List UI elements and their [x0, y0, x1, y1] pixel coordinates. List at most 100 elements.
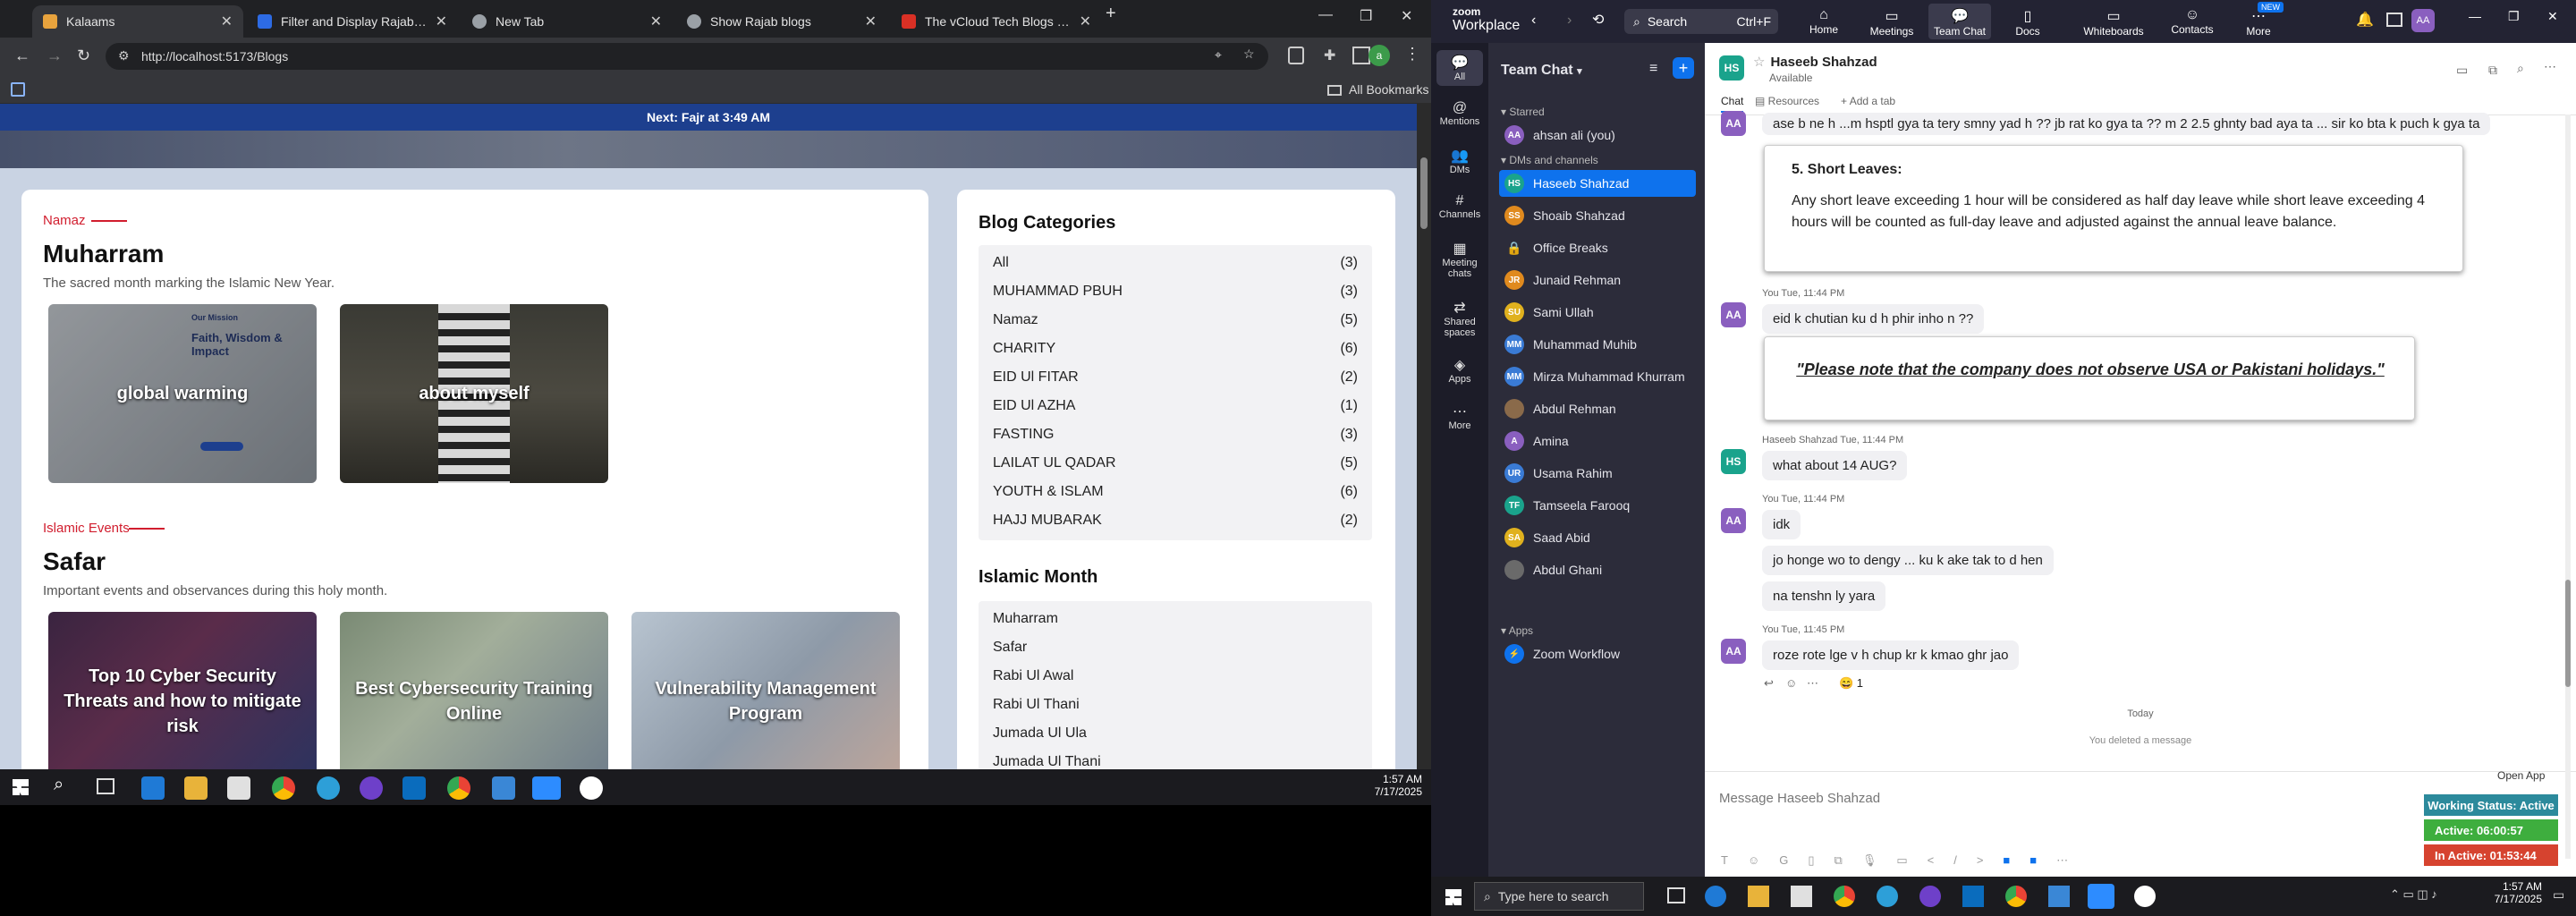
month-item[interactable]: Jumada Ul Ula	[979, 719, 1372, 748]
new-chat-button[interactable]: +	[1673, 57, 1694, 79]
edge-icon[interactable]	[1705, 886, 1726, 907]
emoji-react-icon[interactable]: ☺	[1785, 676, 1797, 690]
forward-icon[interactable]: →	[47, 47, 63, 65]
starred-item[interactable]: AA ahsan ali (you)	[1499, 122, 1696, 148]
clock[interactable]: 1:57 AM 7/17/2025	[1360, 773, 1422, 798]
zoom-search[interactable]: ⌕ Search Ctrl+F	[1624, 9, 1778, 34]
browser-tab-newtab[interactable]: New Tab ✕	[462, 5, 673, 38]
dms-header[interactable]: ▾ DMs and channels	[1501, 154, 1598, 166]
dm-item[interactable]: A Amina	[1499, 428, 1696, 454]
emoji-icon[interactable]: ☺	[1748, 853, 1779, 867]
back-icon[interactable]: ‹	[1531, 13, 1536, 29]
close-tab-icon[interactable]: ✕	[650, 13, 662, 30]
message-bubble[interactable]: ase b ne h ...m hsptl gya ta tery smny y…	[1762, 113, 2491, 135]
avatar[interactable]: AA	[1721, 508, 1746, 533]
message-bubble[interactable]: jo honge wo to dengy ... ku k ake tak to…	[1762, 546, 2054, 575]
post-card[interactable]: Vulnerability Management Program	[631, 612, 900, 769]
nav-home[interactable]: ⌂ Home	[1792, 7, 1855, 36]
screenshot-icon[interactable]: ⧉	[1835, 853, 1862, 867]
dm-item-haseeb[interactable]: HS Haseeb Shahzad	[1499, 170, 1696, 197]
category-item[interactable]: YOUTH & ISLAM (6)	[979, 478, 1372, 506]
store-icon[interactable]	[1791, 886, 1812, 907]
message-bubble[interactable]: eid k chutian ku d h phir inho n ??	[1762, 304, 1985, 334]
bookmark-star-icon[interactable]: ☆	[1243, 47, 1255, 62]
close-window-button[interactable]: ✕	[2547, 9, 2558, 24]
open-app-link[interactable]: Open App	[2497, 769, 2545, 782]
file-explorer-icon[interactable]	[1748, 886, 1769, 907]
chrome-icon[interactable]	[1834, 886, 1855, 907]
nav-docs[interactable]: ▯ Docs	[1996, 7, 2059, 38]
month-item[interactable]: Rabi Ul Awal	[979, 662, 1372, 691]
message-bubble[interactable]: na tenshn ly yara	[1762, 581, 1886, 611]
filter-icon[interactable]: ≡	[1649, 61, 1657, 77]
clock[interactable]: 1:57 AM 7/17/2025	[2479, 880, 2542, 905]
nav-meetings[interactable]: ▭ Meetings	[1860, 7, 1923, 38]
back-icon[interactable]: ←	[14, 47, 30, 65]
avatar[interactable]: AA	[1721, 639, 1746, 664]
dm-item[interactable]: TF Tamseela Farooq	[1499, 492, 1696, 519]
rail-apps[interactable]: ◈ Apps	[1431, 356, 1488, 385]
rail-shared-spaces[interactable]: ⇄ Shared spaces	[1431, 299, 1488, 338]
dm-item[interactable]: MM Mirza Muhammad Khurram	[1499, 363, 1696, 390]
dm-item[interactable]: Abdul Ghani	[1499, 556, 1696, 583]
location-icon[interactable]: ⌖	[1215, 47, 1222, 63]
rail-more[interactable]: ⋯ More	[1431, 403, 1488, 431]
scrollbar-thumb[interactable]	[1420, 157, 1428, 229]
zoom-icon[interactable]	[2088, 884, 2114, 909]
app-icon[interactable]	[2134, 886, 2156, 907]
more-icon[interactable]: ⋯	[1807, 676, 1818, 691]
chrome-icon[interactable]	[272, 776, 295, 800]
nav-team-chat[interactable]: 💬 Team Chat	[1928, 4, 1991, 39]
file-icon[interactable]: ▯	[1808, 853, 1834, 867]
post-card[interactable]: Best Cybersecurity Training Online	[340, 612, 608, 769]
maximize-button[interactable]: ❐	[1360, 7, 1372, 25]
tab-add[interactable]: + Add a tab	[1841, 95, 1895, 107]
rail-dms[interactable]: 👥 DMs	[1431, 147, 1488, 175]
app-icon[interactable]	[1877, 886, 1898, 907]
apps-header[interactable]: ▾ Apps	[1501, 624, 1533, 637]
all-bookmarks[interactable]: All Bookmarks	[1327, 82, 1428, 97]
reaction-badge[interactable]: 😄 1	[1839, 676, 1863, 691]
store-icon[interactable]	[227, 776, 250, 800]
history-icon[interactable]: ⟲	[1592, 11, 1604, 29]
app-icon[interactable]	[580, 776, 603, 800]
task-view-icon[interactable]	[97, 778, 114, 794]
avatar[interactable]: HS	[1721, 449, 1746, 474]
panel-icon[interactable]	[2386, 13, 2402, 27]
category-item[interactable]: HAJJ MUBARAK (2)	[979, 506, 1372, 535]
app-icon[interactable]: ■	[2029, 853, 2056, 867]
tab-resources[interactable]: ▤ Resources	[1755, 95, 1819, 107]
browser-tab-filter[interactable]: Filter and Display Rajab Blog Im ✕	[247, 5, 458, 38]
menu-kebab-icon[interactable]: ⋮	[1404, 45, 1420, 64]
file-explorer-icon[interactable]	[184, 776, 208, 800]
category-item[interactable]: LAILAT UL QADAR (5)	[979, 449, 1372, 478]
sidebar-title[interactable]: Team Chat ▾	[1501, 63, 1582, 79]
tray-icons[interactable]: ⌃ ▭ ◫ ♪	[2390, 887, 2437, 902]
month-item[interactable]: Muharram	[979, 605, 1372, 633]
video-icon[interactable]: ▭	[2456, 63, 2468, 78]
nav-contacts[interactable]: ☺ Contacts	[2161, 7, 2224, 36]
browser-tab-kalaams[interactable]: Kalaams ✕	[32, 5, 243, 38]
site-info-icon[interactable]: ⚙	[118, 48, 130, 64]
chat-scrollbar[interactable]	[2565, 114, 2571, 859]
starred-header[interactable]: ▾ Starred	[1501, 106, 1545, 118]
avatar[interactable]: AA	[1721, 111, 1746, 136]
code-icon[interactable]: </>	[1928, 853, 2004, 867]
puzzle-icon[interactable]: ✚	[1324, 47, 1335, 64]
star-icon[interactable]: ☆	[1753, 55, 1765, 70]
chrome-icon[interactable]	[2005, 886, 2027, 907]
browser-tab-rajab[interactable]: Show Rajab blogs ✕	[676, 5, 887, 38]
vscode-icon[interactable]	[402, 776, 426, 800]
message-bubble[interactable]: roze rote lge v h chup kr k kmao ghr jao	[1762, 640, 2020, 670]
close-tab-icon[interactable]: ✕	[436, 13, 447, 30]
zoom-icon[interactable]	[532, 776, 561, 800]
vscode-icon[interactable]	[1962, 886, 1984, 907]
image-attachment[interactable]: 5. Short Leaves: Any short leave exceedi…	[1764, 145, 2463, 272]
profile-avatar[interactable]: a	[1368, 45, 1390, 66]
chrome-icon[interactable]	[447, 776, 470, 800]
post-card[interactable]: Top 10 Cyber Security Threats and how to…	[48, 612, 317, 769]
rail-mentions[interactable]: @ Mentions	[1431, 100, 1488, 127]
category-item[interactable]: MUHAMMAD PBUH (3)	[979, 277, 1372, 306]
edge-icon[interactable]	[141, 776, 165, 800]
minimize-button[interactable]: —	[1318, 7, 1333, 23]
